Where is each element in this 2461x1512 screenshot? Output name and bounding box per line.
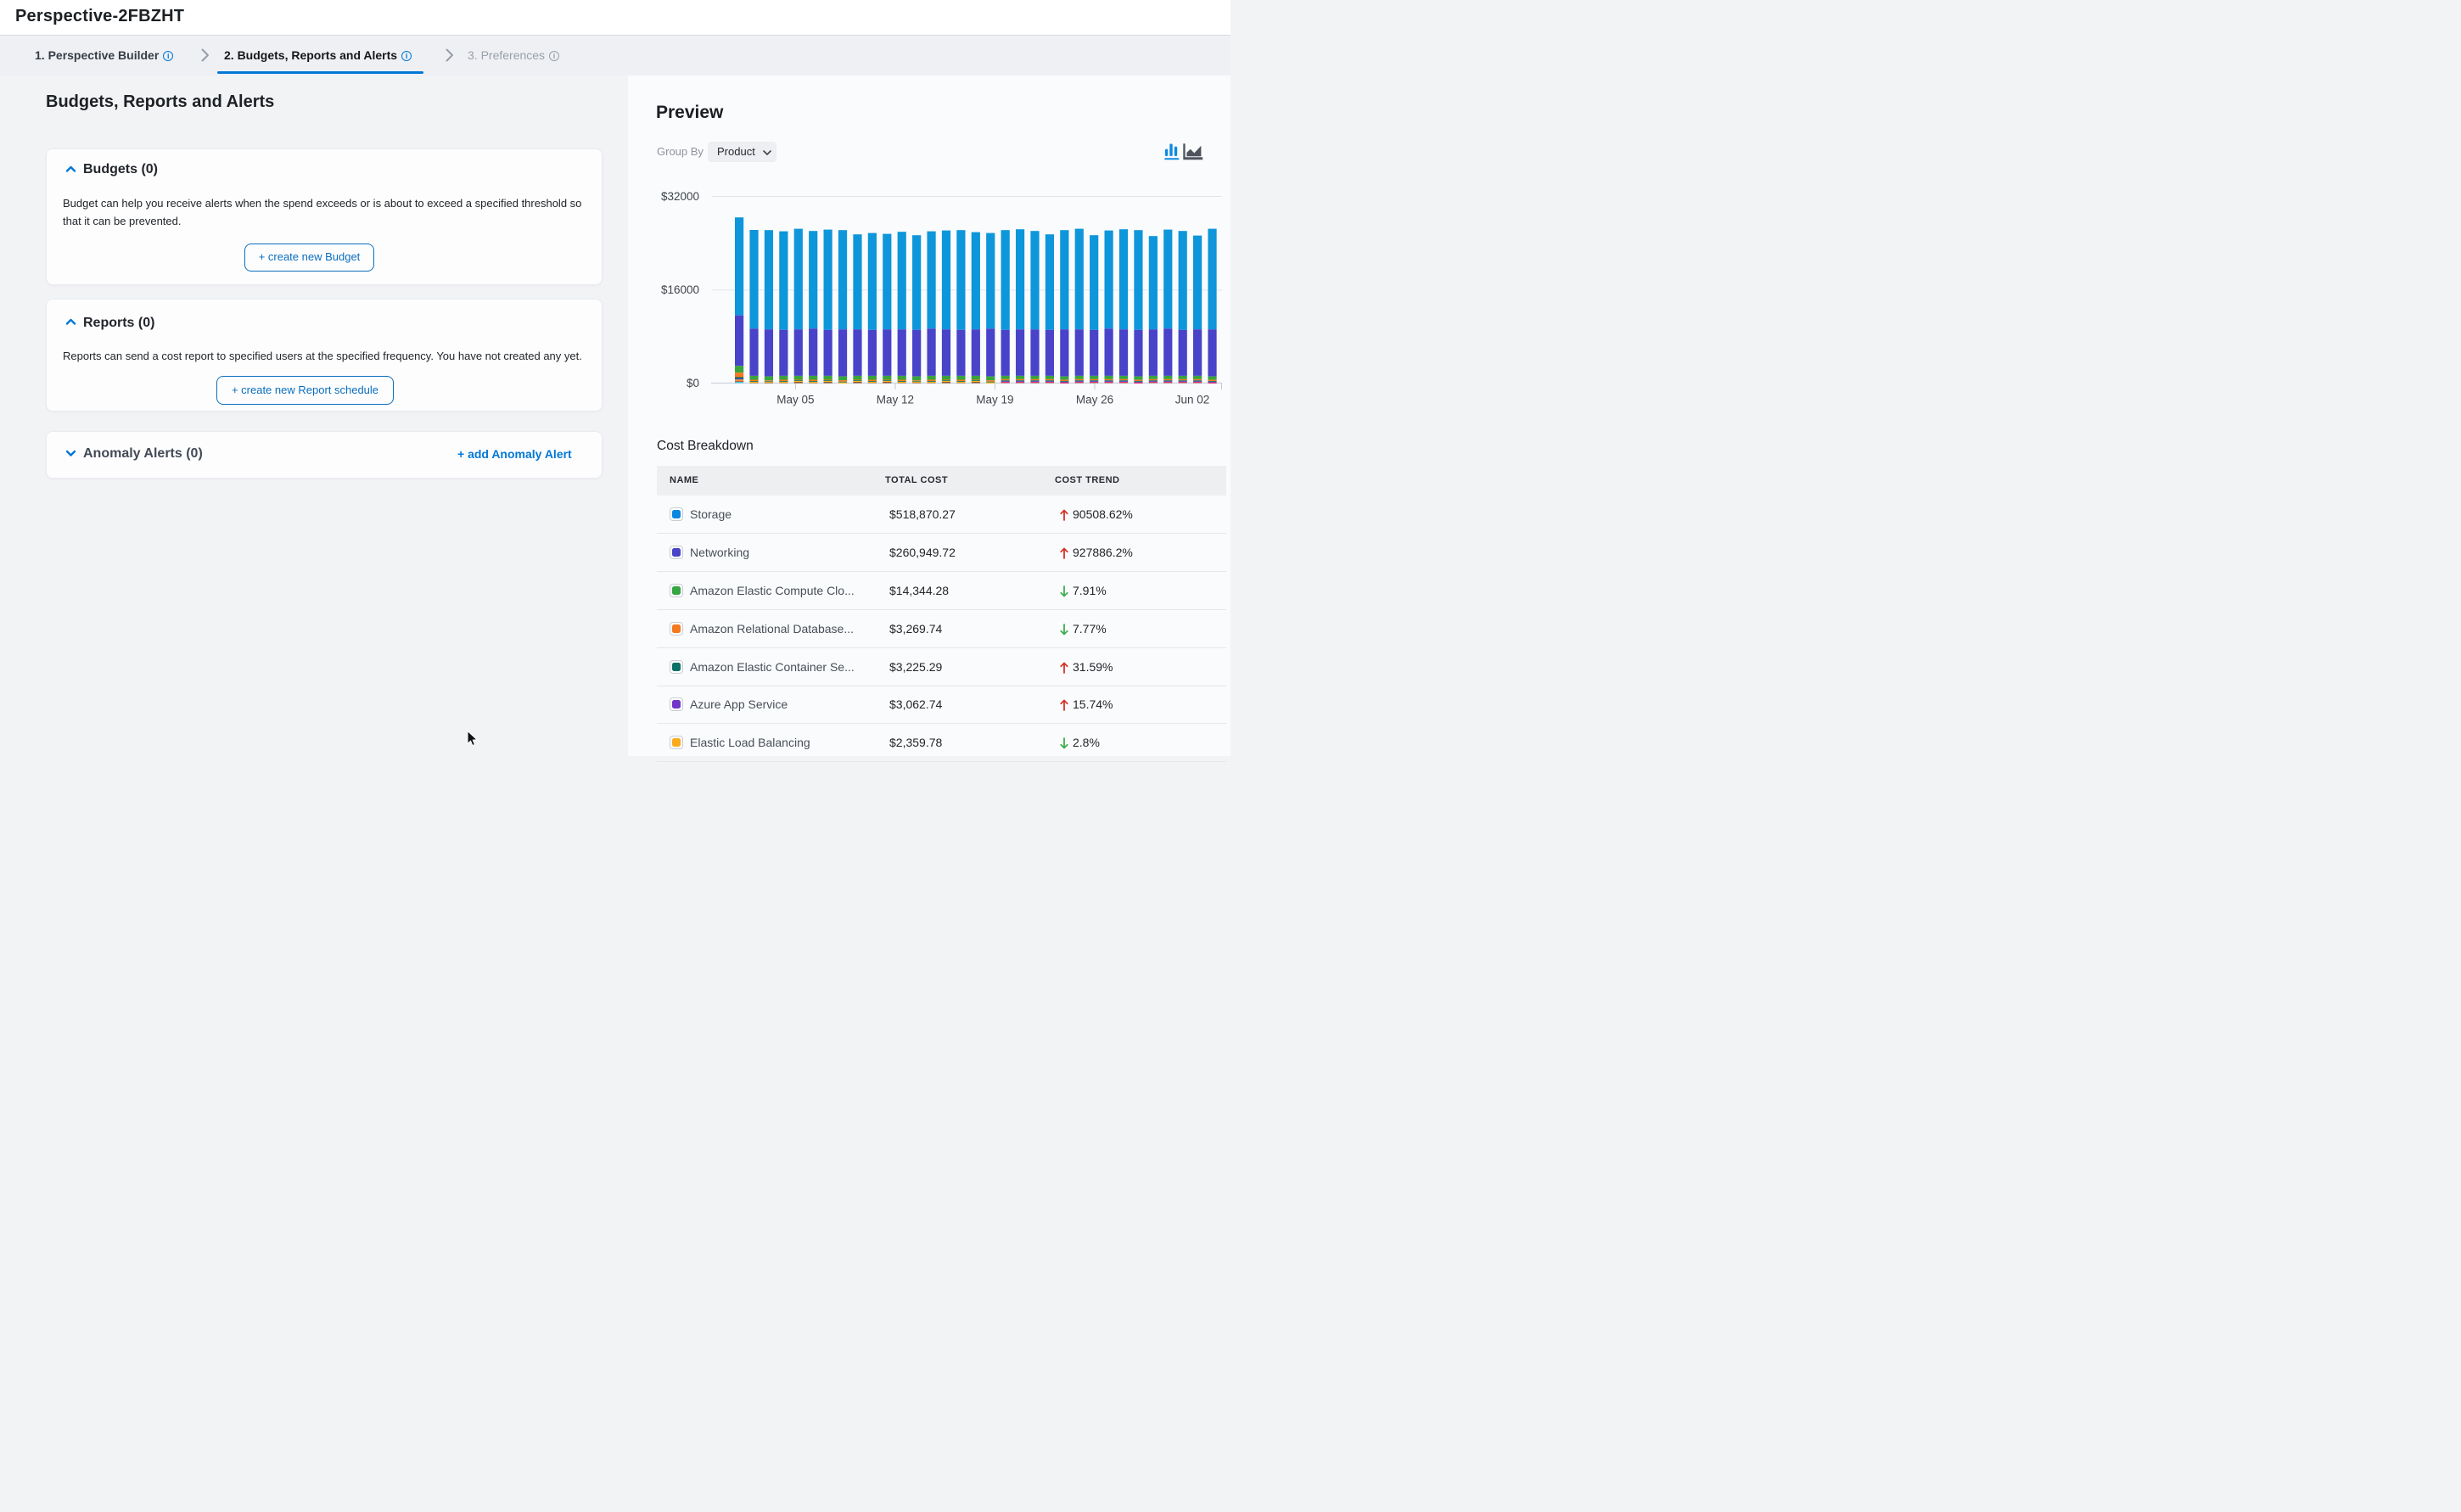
svg-text:$0: $0 <box>687 377 699 389</box>
svg-text:May 12: May 12 <box>877 394 914 406</box>
svg-text:$16000: $16000 <box>661 283 699 296</box>
svg-text:Jun 02: Jun 02 <box>1175 394 1210 406</box>
svg-text:May 05: May 05 <box>776 394 814 406</box>
svg-text:$32000: $32000 <box>661 190 699 203</box>
svg-text:May 19: May 19 <box>976 394 1013 406</box>
svg-text:May 26: May 26 <box>1076 394 1113 406</box>
